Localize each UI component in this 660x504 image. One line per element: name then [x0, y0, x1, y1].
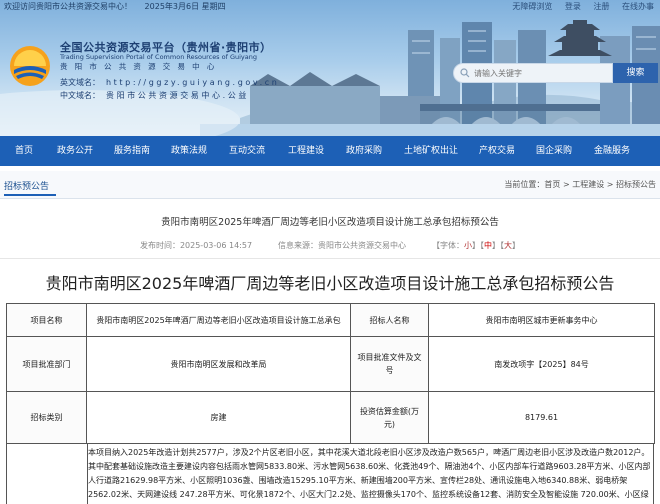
font-small-button[interactable]: 小 [464, 241, 472, 250]
table-value: 8179.61 [428, 391, 655, 444]
top-link-register[interactable]: 注册 [593, 2, 609, 11]
portal-logo-icon [10, 46, 50, 86]
table-value: 贵阳市南明区2025年啤酒厂周边等老旧小区改造项目设计施工总承包 [86, 303, 351, 337]
table-value: 房建 [86, 391, 351, 444]
welcome-text: 欢迎访问贵阳市公共资源交易中心！ [4, 2, 132, 11]
table-key: 招标类别 [6, 391, 87, 444]
chinese-domain-label: 中文域名： [60, 91, 100, 100]
font-medium-button[interactable]: 中 [484, 241, 492, 250]
nav-soe-procurement[interactable]: 国企采购 [536, 136, 572, 166]
article-title: 贵阳市南明区2025年啤酒厂周边等老旧小区改造项目设计施工总承包招标预公告 [45, 274, 615, 293]
english-domain-value[interactable]: http://ggzy.guiyang.gov.cn [106, 78, 279, 87]
meta-divider [0, 258, 660, 259]
article-meta: 发布时间：2025-03-06 14:57 信息来源：贵阳市公共资源交易中心 【字体… [0, 240, 660, 251]
table-row: 项目名称 贵阳市南明区2025年啤酒厂周边等老旧小区改造项目设计施工总承包 招标… [6, 303, 655, 337]
font-sep-1: 】【 [472, 241, 485, 250]
top-link-login[interactable]: 登录 [565, 2, 581, 11]
search-icon [460, 68, 470, 78]
site-banner: 欢迎访问贵阳市公共资源交易中心！ 2025年3月6日 星期四 无障碍浏览 登录 … [0, 0, 660, 136]
table-key: 项目批准部门 [6, 336, 87, 392]
portal-subtitle-en-line: Trading Supervision Portal of Common Res… [60, 53, 258, 61]
table-row: 项目批准部门 贵阳市南明区发展和改革局 项目批准文件及文号 南发改项字【2025… [6, 336, 655, 392]
nav-home[interactable]: 首页 [15, 136, 33, 166]
font-large-button[interactable]: 大 [504, 241, 512, 250]
project-overview-text: 本项目纳入2025年改造计划共2577户，涉及2个片区老旧小区，其中花溪大道北段… [88, 448, 651, 499]
table-key: 项目批准文件及文号 [350, 336, 429, 392]
chinese-domain-value[interactable]: 贵阳市公共资源交易中心.公益 [106, 91, 249, 100]
table-value: 贵阳市南明区发展和改革局 [86, 336, 351, 392]
nav-government-procurement[interactable]: 政府采购 [346, 136, 382, 166]
nav-financial-services[interactable]: 金融服务 [594, 136, 630, 166]
nav-engineering[interactable]: 工程建设 [288, 136, 324, 166]
nav-policies[interactable]: 政策法规 [171, 136, 207, 166]
search-button[interactable]: 搜索 [613, 63, 658, 83]
table-value: 南发改项字【2025】84号 [428, 336, 655, 392]
font-sep-2: 】【 [492, 241, 505, 250]
breadcrumb[interactable]: 当前位置：首页 > 工程建设 > 招标预公告 [504, 179, 656, 190]
table-key: 投资估算金额(万元) [350, 391, 429, 444]
article-subtitle: 贵阳市南明区2025年啤酒厂周边等老旧小区改造项目设计施工总承包招标预公告 [161, 217, 499, 228]
font-size-label: 【字体： [432, 241, 465, 250]
nav-property-trading[interactable]: 产权交易 [479, 136, 515, 166]
portal-subtitle-center: 贵 阳 市 公 共 资 源 交 易 中 心 [60, 62, 217, 71]
table-row: 招标类别 房建 投资估算金额(万元) 8179.61 [6, 391, 655, 444]
publish-time: 发布时间：2025-03-06 14:57 [139, 241, 253, 250]
current-date: 2025年3月6日 星期四 [144, 2, 226, 11]
table-key: 项目名称 [6, 303, 87, 337]
english-domain-label: 英文域名： [60, 78, 100, 87]
nav-land-mining[interactable]: 土地矿权出让 [404, 136, 458, 166]
portal-subtitle-en: Trading Supervision Portal of Common Res… [60, 53, 320, 71]
search-input[interactable] [474, 64, 610, 82]
top-links: 无障碍浏览 登录 注册 在线办事 [502, 0, 654, 14]
breadcrumb-bar: 招标预公告 当前位置：首页 > 工程建设 > 招标预公告 [0, 171, 660, 199]
top-link-accessibility[interactable]: 无障碍浏览 [512, 2, 552, 11]
nav-interaction[interactable]: 互动交流 [229, 136, 265, 166]
project-info-table: 项目名称 贵阳市南明区2025年啤酒厂周边等老旧小区改造项目设计施工总承包 招标… [6, 303, 655, 444]
english-domain-row: 英文域名： http://ggzy.guiyang.gov.cn [60, 77, 279, 88]
table-key: 招标人名称 [350, 303, 429, 337]
main-nav: 首页 政务公开 服务指南 政策法规 互动交流 工程建设 政府采购 土地矿权出让 … [0, 136, 660, 166]
info-source: 信息来源：贵阳市公共资源交易中心 [278, 241, 407, 250]
nav-government-affairs[interactable]: 政务公开 [57, 136, 93, 166]
search-box [453, 63, 613, 83]
top-link-online-service[interactable]: 在线办事 [622, 2, 654, 11]
chinese-domain-row: 中文域名： 贵阳市公共资源交易中心.公益 [60, 90, 249, 101]
nav-service-guide[interactable]: 服务指南 [114, 136, 150, 166]
section-title: 招标预公告 [4, 179, 57, 196]
table-value: 贵阳市南明区城市更新事务中心 [428, 303, 655, 337]
font-size-end: 】 [512, 241, 521, 250]
